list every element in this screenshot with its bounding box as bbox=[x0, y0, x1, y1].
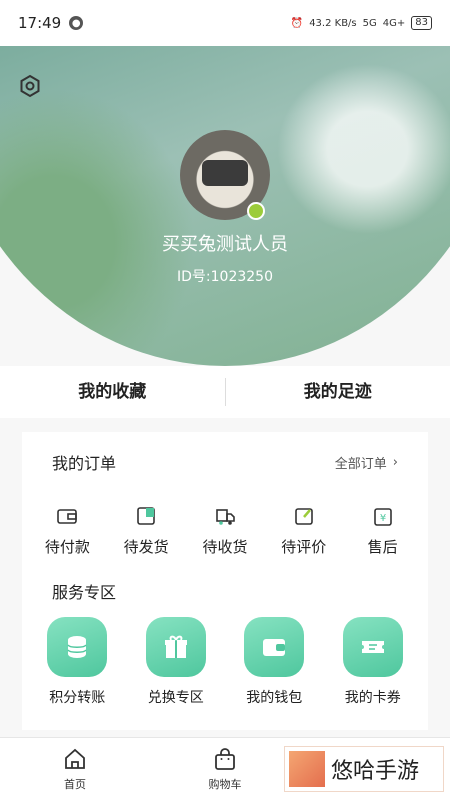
order-label: 待收货 bbox=[202, 538, 248, 556]
footprints-button[interactable]: 我的足迹 bbox=[226, 366, 450, 418]
watermark-text: 悠哈手游 bbox=[331, 759, 420, 784]
chevron-right-icon: › bbox=[392, 454, 398, 470]
services-row: 积分转账 兑换专区 我的钱包 我的卡券 bbox=[22, 617, 428, 707]
svg-text:¥: ¥ bbox=[379, 513, 385, 524]
status-time: 17:49 bbox=[18, 14, 62, 32]
orders-services-card: 我的订单 全部订单 › 待付款 待发货 待收货 待评价 ¥ 售后 服务专区 积分… bbox=[22, 432, 428, 730]
nav-label: 购物车 bbox=[208, 778, 242, 791]
shortcut-row: 我的收藏 我的足迹 bbox=[0, 366, 450, 418]
nav-cart[interactable]: 购物车 bbox=[150, 738, 300, 800]
gift-icon bbox=[164, 635, 187, 658]
order-pending-receipt[interactable]: 待收货 bbox=[189, 504, 261, 557]
coins-icon bbox=[67, 636, 87, 658]
wallet-icon bbox=[57, 509, 78, 524]
alarm-icon: ⏰ bbox=[290, 17, 304, 29]
home-icon bbox=[65, 748, 85, 769]
watermark: 悠哈手游 bbox=[284, 746, 444, 792]
wallet-icon bbox=[263, 639, 286, 656]
service-exchange[interactable]: 兑换专区 bbox=[136, 617, 216, 707]
service-points-transfer[interactable]: 积分转账 bbox=[37, 617, 117, 707]
order-pending-review[interactable]: 待评价 bbox=[268, 504, 340, 557]
order-status-row: 待付款 待发货 待收货 待评价 ¥ 售后 bbox=[22, 504, 428, 557]
service-wallet[interactable]: 我的钱包 bbox=[234, 617, 314, 707]
nav-label: 首页 bbox=[64, 778, 86, 791]
truck-icon bbox=[216, 509, 235, 525]
order-after-sale[interactable]: ¥ 售后 bbox=[347, 504, 419, 557]
service-label: 我的卡券 bbox=[344, 690, 401, 706]
order-label: 待发货 bbox=[123, 538, 169, 556]
all-orders-label: 全部订单 bbox=[334, 456, 387, 472]
service-coupons[interactable]: 我的卡券 bbox=[333, 617, 413, 707]
order-pending-shipment[interactable]: 待发货 bbox=[110, 504, 182, 557]
ticket-icon bbox=[361, 641, 384, 653]
review-icon bbox=[294, 508, 313, 525]
notification-icon: ● bbox=[69, 16, 84, 30]
status-bar: 17:49 ● ⏰ 43.2 KB/s 5G 4G+ 83 bbox=[0, 0, 450, 46]
all-orders-link[interactable]: 全部订单 › bbox=[335, 453, 398, 472]
services-title: 服务专区 bbox=[52, 583, 117, 602]
package-icon bbox=[137, 507, 155, 525]
cart-bag-icon bbox=[215, 748, 235, 770]
service-label: 积分转账 bbox=[49, 690, 106, 706]
orders-title: 我的订单 bbox=[52, 454, 117, 473]
username: 买买兔测试人员 bbox=[162, 234, 288, 255]
user-id: ID号:1023250 bbox=[177, 269, 273, 285]
order-label: 待评价 bbox=[281, 538, 327, 556]
nav-home[interactable]: 首页 bbox=[0, 738, 150, 800]
order-pending-payment[interactable]: 待付款 bbox=[31, 504, 103, 557]
battery-icon: 83 bbox=[411, 16, 432, 30]
signal-5g: 5G bbox=[362, 17, 377, 29]
favorites-button[interactable]: 我的收藏 bbox=[0, 366, 225, 418]
profile-header: 买买兔测试人员 ID号:1023250 bbox=[0, 46, 450, 366]
net-speed: 43.2 KB/s bbox=[309, 17, 357, 29]
order-label: 待付款 bbox=[44, 538, 90, 556]
service-label: 我的钱包 bbox=[246, 690, 303, 706]
after-sale-icon: ¥ bbox=[373, 508, 392, 526]
order-label: 售后 bbox=[367, 538, 398, 556]
verified-badge-icon bbox=[247, 202, 265, 220]
settings-gear-icon[interactable] bbox=[18, 74, 42, 98]
watermark-logo-icon bbox=[289, 751, 325, 787]
signal-4g: 4G+ bbox=[382, 17, 406, 29]
service-label: 兑换专区 bbox=[147, 690, 204, 706]
